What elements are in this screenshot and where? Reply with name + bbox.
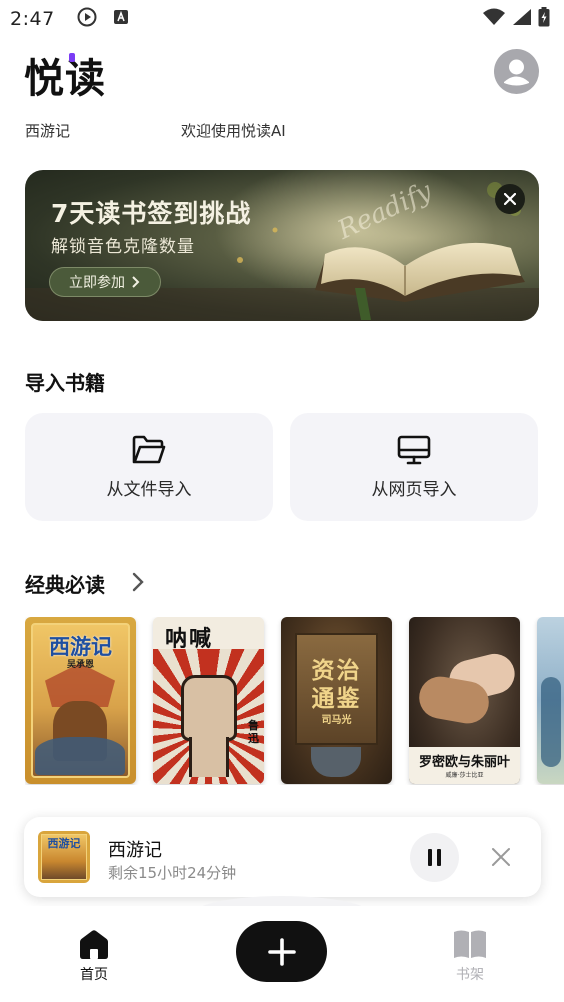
- close-player-icon[interactable]: [490, 846, 512, 868]
- join-now-button[interactable]: 立即参加: [49, 267, 161, 297]
- book-title: 呐喊: [165, 627, 214, 652]
- app-title: 悦读: [24, 55, 106, 102]
- nav-shelf-label: 书架: [456, 967, 484, 983]
- pause-button[interactable]: [410, 833, 459, 882]
- checkin-challenge-banner[interactable]: Readify 7天读书签到挑战 解锁音色克隆数量 立即参加: [25, 170, 539, 321]
- book-cover-call-to-arms[interactable]: 呐喊 鲁迅: [153, 617, 264, 784]
- player-cover: 西游记: [38, 831, 90, 883]
- import-from-web-button[interactable]: 从网页导入: [290, 413, 538, 521]
- book-open-icon: [454, 930, 486, 958]
- battery-icon: [538, 7, 550, 31]
- import-section-title: 导入书籍: [25, 371, 105, 395]
- chevron-right-icon[interactable]: [131, 572, 145, 592]
- player-cover-title: 西游记: [47, 837, 81, 850]
- plus-icon: [267, 937, 296, 966]
- book-title-line2: 通鉴: [311, 686, 362, 712]
- book-author: 司马光: [321, 715, 352, 726]
- mini-player[interactable]: 西游记 西游记 剩余15小时24分钟: [24, 817, 541, 897]
- chevron-right-icon: [132, 276, 140, 288]
- import-from-web-label: 从网页导入: [371, 479, 457, 500]
- banner-close-button[interactable]: [495, 184, 525, 214]
- current-book-label[interactable]: 西游记: [25, 120, 70, 141]
- book-title: 罗密欧与朱丽叶: [418, 755, 510, 770]
- add-button[interactable]: [236, 921, 327, 982]
- avatar[interactable]: [494, 49, 539, 94]
- book-author: 鲁迅: [248, 719, 259, 745]
- book-cover-zizhi-tongjian[interactable]: 资治 通鉴 司马光: [281, 617, 392, 784]
- wifi-icon: [482, 8, 506, 30]
- classics-section-title[interactable]: 经典必读: [25, 569, 105, 598]
- classics-book-list: 西游记 吴承恩 呐喊 鲁迅 资治 通鉴 司马光 罗密欧与朱丽叶 威廉·莎士比亚: [25, 617, 564, 785]
- nav-item-bookshelf[interactable]: 书架: [440, 928, 500, 984]
- signal-icon: [512, 8, 532, 30]
- book-cover-journey-to-the-west[interactable]: 西游记 吴承恩: [25, 617, 136, 784]
- welcome-text: 欢迎使用悦读AI: [181, 122, 286, 140]
- app-notification-icon: [113, 9, 129, 29]
- book-cover-romeo-and-juliet[interactable]: 罗密欧与朱丽叶 威廉·莎士比亚: [409, 617, 520, 784]
- banner-title: 7天读书签到挑战: [51, 199, 252, 228]
- pause-icon: [428, 849, 432, 866]
- book-author: 威廉·莎士比亚: [445, 772, 484, 779]
- nav-item-home[interactable]: 首页: [64, 928, 124, 984]
- book-author: 吴承恩: [66, 660, 94, 670]
- status-time: 2:47: [10, 8, 55, 30]
- status-bar: 2:47: [0, 0, 564, 38]
- import-from-file-label: 从文件导入: [106, 479, 192, 500]
- import-from-file-button[interactable]: 从文件导入: [25, 413, 273, 521]
- player-remaining-time: 剩余15小时24分钟: [108, 864, 237, 882]
- logo-accent-dot: [69, 53, 75, 62]
- player-title: 西游记: [108, 840, 162, 861]
- close-icon: [504, 193, 516, 205]
- banner-subtitle: 解锁音色克隆数量: [51, 237, 195, 257]
- home-icon: [80, 930, 108, 959]
- nav-home-label: 首页: [80, 967, 108, 983]
- folder-icon: [132, 435, 166, 463]
- book-cover-partial[interactable]: [537, 617, 564, 784]
- user-icon: [504, 59, 529, 86]
- media-play-icon: [77, 7, 97, 31]
- join-now-label: 立即参加: [69, 275, 125, 291]
- monitor-icon: [397, 435, 431, 464]
